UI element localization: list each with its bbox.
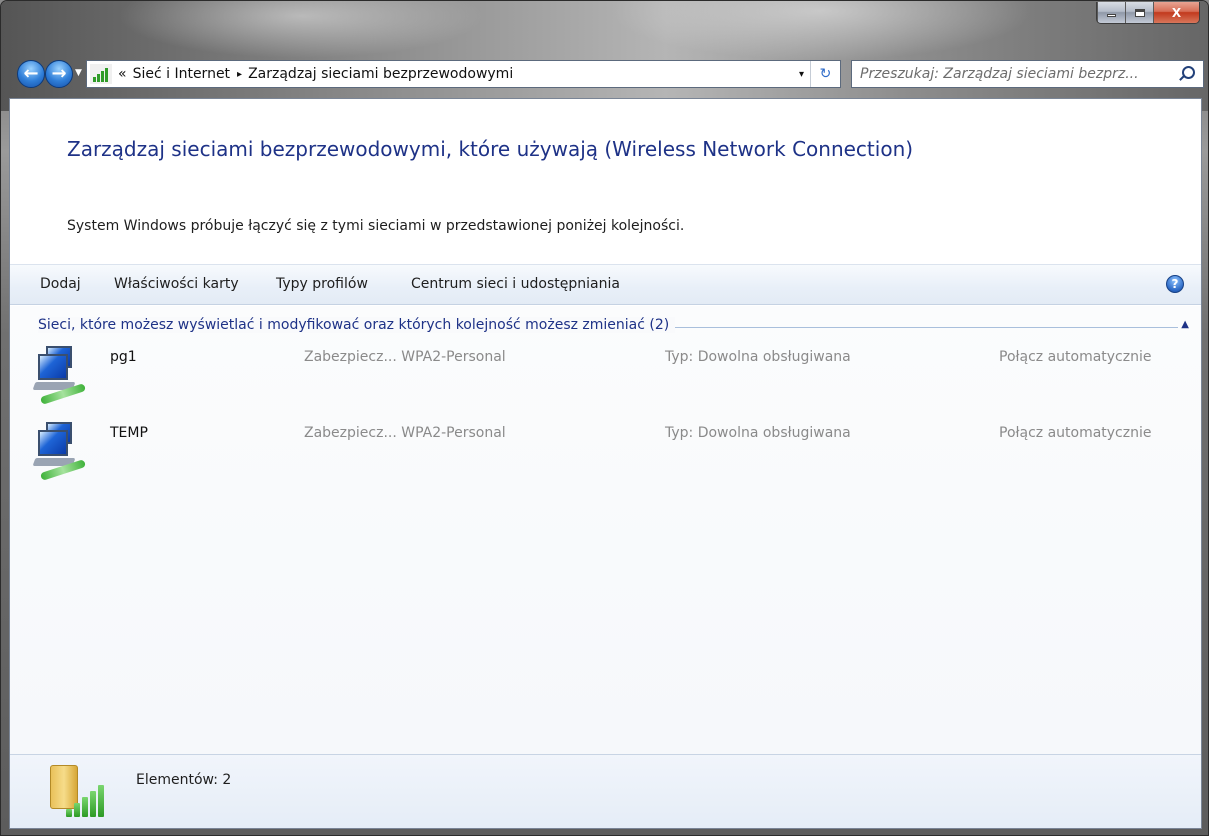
maximize-icon [1134, 8, 1145, 17]
network-name: TEMP [110, 425, 148, 441]
help-icon[interactable]: ? [1166, 275, 1184, 293]
network-connect-mode: Połącz automatycznie [999, 349, 1152, 365]
wireless-network-icon [32, 344, 94, 406]
network-connect-mode: Połącz automatycznie [999, 425, 1152, 441]
network-type: Typ: Dowolna obsługiwana [665, 425, 851, 441]
close-button[interactable]: X [1153, 2, 1199, 23]
network-list: Sieci, które możesz wyświetlać i modyfik… [10, 306, 1201, 754]
minimize-icon [1107, 14, 1116, 17]
network-type: Typ: Dowolna obsługiwana [665, 349, 851, 365]
details-pane: Elementów: 2 [10, 754, 1201, 828]
address-dropdown-icon[interactable]: ▾ [799, 69, 804, 80]
command-bar: Dodaj Właściwości karty Typy profilów Ce… [10, 264, 1201, 305]
arrow-right-icon: → [51, 63, 67, 84]
maximize-button[interactable] [1125, 2, 1153, 23]
adapter-properties-button[interactable]: Właściwości karty [114, 276, 239, 292]
navigation-bar: ← → ▼ « Sieć i Internet ▸ Zarządzaj siec… [7, 57, 1204, 93]
minimize-button[interactable] [1097, 2, 1125, 23]
add-button[interactable]: Dodaj [40, 276, 81, 292]
item-count: Elementów: 2 [136, 772, 232, 788]
group-header[interactable]: Sieci, które możesz wyświetlać i modyfik… [38, 317, 676, 333]
refresh-icon: ↻ [819, 66, 832, 82]
network-security: Zabezpiecz... WPA2-Personal [304, 425, 506, 441]
history-dropdown-icon[interactable]: ▼ [75, 68, 82, 78]
back-button[interactable]: ← [17, 60, 45, 88]
breadcrumb-separator-icon[interactable]: ▸ [237, 69, 242, 80]
network-security: Zabezpiecz... WPA2-Personal [304, 349, 506, 365]
search-box[interactable]: Przeszukaj: Zarządzaj sieciami bezprz... [851, 60, 1204, 88]
page-description: System Windows próbuje łączyć się z tymi… [67, 218, 685, 234]
wireless-folder-icon [46, 763, 106, 823]
list-item[interactable]: TEMP Zabezpiecz... WPA2-Personal Typ: Do… [10, 420, 1201, 490]
caption-buttons: X [1096, 2, 1200, 24]
breadcrumb-network-internet[interactable]: Sieć i Internet [133, 66, 230, 82]
page-title: Zarządzaj sieciami bezprzewodowymi, któr… [67, 137, 914, 161]
search-input[interactable]: Przeszukaj: Zarządzaj sieciami bezprz... [860, 66, 1170, 82]
collapse-chevron-icon[interactable]: ▲ [1181, 319, 1189, 330]
wireless-network-icon [32, 420, 94, 482]
breadcrumb-manage-wireless[interactable]: Zarządzaj sieciami bezprzewodowymi [248, 66, 513, 82]
refresh-button[interactable]: ↻ [810, 61, 840, 87]
address-bar[interactable]: « Sieć i Internet ▸ Zarządzaj sieciami b… [86, 60, 841, 88]
content-pane: Zarządzaj sieciami bezprzewodowymi, któr… [9, 98, 1202, 829]
forward-button[interactable]: → [45, 60, 73, 88]
profile-types-button[interactable]: Typy profilów [276, 276, 368, 292]
window-frame: X ← → ▼ « Sieć i Internet ▸ Zarządzaj si… [0, 0, 1209, 836]
list-item[interactable]: pg1 Zabezpiecz... WPA2-Personal Typ: Dow… [10, 344, 1201, 414]
search-icon[interactable] [1182, 66, 1195, 79]
close-icon: X [1171, 5, 1182, 20]
arrow-left-icon: ← [23, 63, 39, 84]
network-name: pg1 [110, 349, 137, 365]
network-sharing-center-button[interactable]: Centrum sieci i udostępniania [411, 276, 620, 292]
wireless-signal-icon [90, 64, 112, 84]
breadcrumb-overflow[interactable]: « [118, 66, 127, 82]
